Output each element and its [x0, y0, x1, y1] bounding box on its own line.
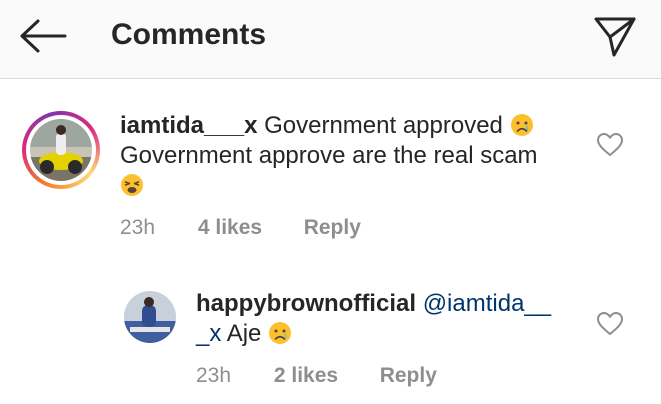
comment-likes[interactable]: 4 likes [198, 216, 298, 240]
weary-face-emoji [121, 174, 143, 196]
header-bar: Comments [0, 0, 661, 79]
avatar[interactable] [30, 119, 92, 181]
comment-text: happybrownofficial @iamtida__ _x Aje [196, 289, 586, 349]
comment-body-line1: Government approved [264, 112, 503, 139]
paper-plane-icon[interactable] [592, 13, 638, 59]
reply-comment-item: happybrownofficial @iamtida__ _x Aje 23h… [0, 279, 661, 404]
comment-body-line2: Government approve are the real scam [120, 142, 538, 169]
avatar[interactable] [124, 291, 176, 343]
comment-meta: 23h 2 likes Reply [196, 364, 437, 388]
comment-username[interactable]: iamtida___x [120, 112, 257, 139]
comment-username[interactable]: happybrownofficial [196, 290, 416, 317]
heart-outline-icon[interactable] [596, 311, 624, 337]
reply-button[interactable]: Reply [304, 216, 361, 240]
comment-meta: 23h 4 likes Reply [120, 216, 361, 240]
comment-body: Aje [226, 320, 262, 347]
page-title: Comments [111, 18, 267, 51]
comment-likes[interactable]: 2 likes [274, 364, 374, 388]
comments-screen: Comments iamtida___x Government approved [0, 0, 661, 404]
comment-text: iamtida___x Government approved Governme… [120, 111, 590, 201]
avatar-image [30, 119, 92, 181]
comment-time: 23h [120, 216, 156, 239]
heart-outline-icon[interactable] [596, 132, 624, 158]
mention-link[interactable]: @iamtida__ [423, 290, 551, 317]
mention-link-continued[interactable]: _x [196, 320, 221, 347]
reply-button[interactable]: Reply [380, 364, 437, 388]
comment-time: 23h [196, 364, 232, 387]
avatar-image [124, 291, 176, 343]
comment-item: iamtida___x Government approved Governme… [0, 79, 661, 269]
crying-face-emoji [269, 322, 292, 344]
crying-face-emoji [510, 114, 533, 136]
back-arrow-icon[interactable] [18, 16, 68, 56]
